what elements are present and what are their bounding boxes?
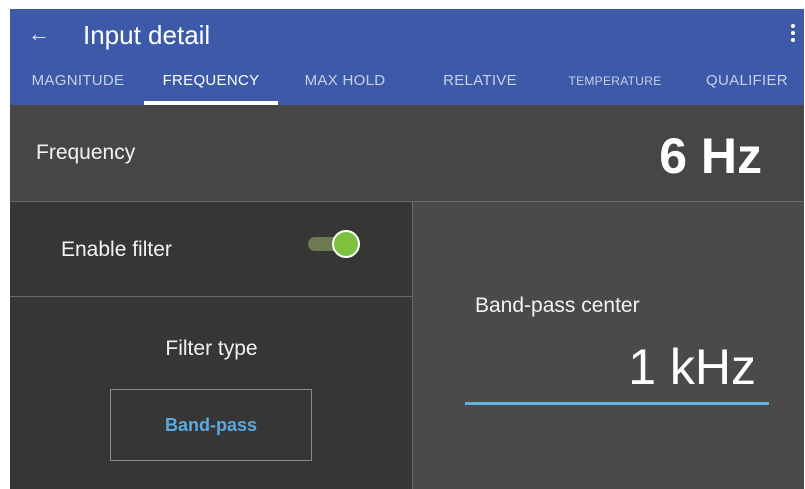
arrow-left-icon[interactable]: ← (24, 19, 54, 49)
filter-type-label: Filter type (165, 337, 258, 360)
tab-frequency[interactable]: FREQUENCY (144, 67, 278, 105)
tab-qualifier[interactable]: QUALIFIER (690, 67, 804, 105)
page-title: Input detail (83, 20, 211, 50)
filter-type-button[interactable]: Band-pass (110, 389, 312, 461)
tab-bar: MAGNITUDE FREQUENCY MAX HOLD RELATIVE TE… (10, 67, 804, 105)
enable-filter-label: Enable filter (61, 238, 172, 261)
enable-filter-toggle[interactable] (308, 229, 364, 259)
tab-magnitude[interactable]: MAGNITUDE (10, 67, 146, 105)
input-underline (465, 402, 769, 405)
frequency-value: 6 Hz (659, 128, 762, 184)
more-vertical-icon[interactable] (786, 21, 800, 47)
band-pass-center-label: Band-pass center (475, 294, 640, 317)
app-window: ← Input detail MAGNITUDE FREQUENCY MAX H… (10, 9, 804, 489)
frequency-readout: Frequency 6 Hz (10, 105, 804, 202)
band-pass-center-section: Band-pass center 1 kHz (413, 202, 804, 489)
filter-type-section: Filter type Band-pass (10, 297, 413, 489)
band-pass-center-input[interactable]: 1 kHz (628, 338, 756, 396)
tab-temperature[interactable]: TEMPERATURE (550, 67, 680, 105)
tab-relative[interactable]: RELATIVE (414, 67, 546, 105)
enable-filter-row: Enable filter (10, 202, 413, 297)
tab-max-hold[interactable]: MAX HOLD (280, 67, 410, 105)
toggle-thumb (332, 230, 360, 258)
app-bar: ← Input detail MAGNITUDE FREQUENCY MAX H… (10, 9, 804, 105)
frequency-label: Frequency (36, 141, 136, 164)
